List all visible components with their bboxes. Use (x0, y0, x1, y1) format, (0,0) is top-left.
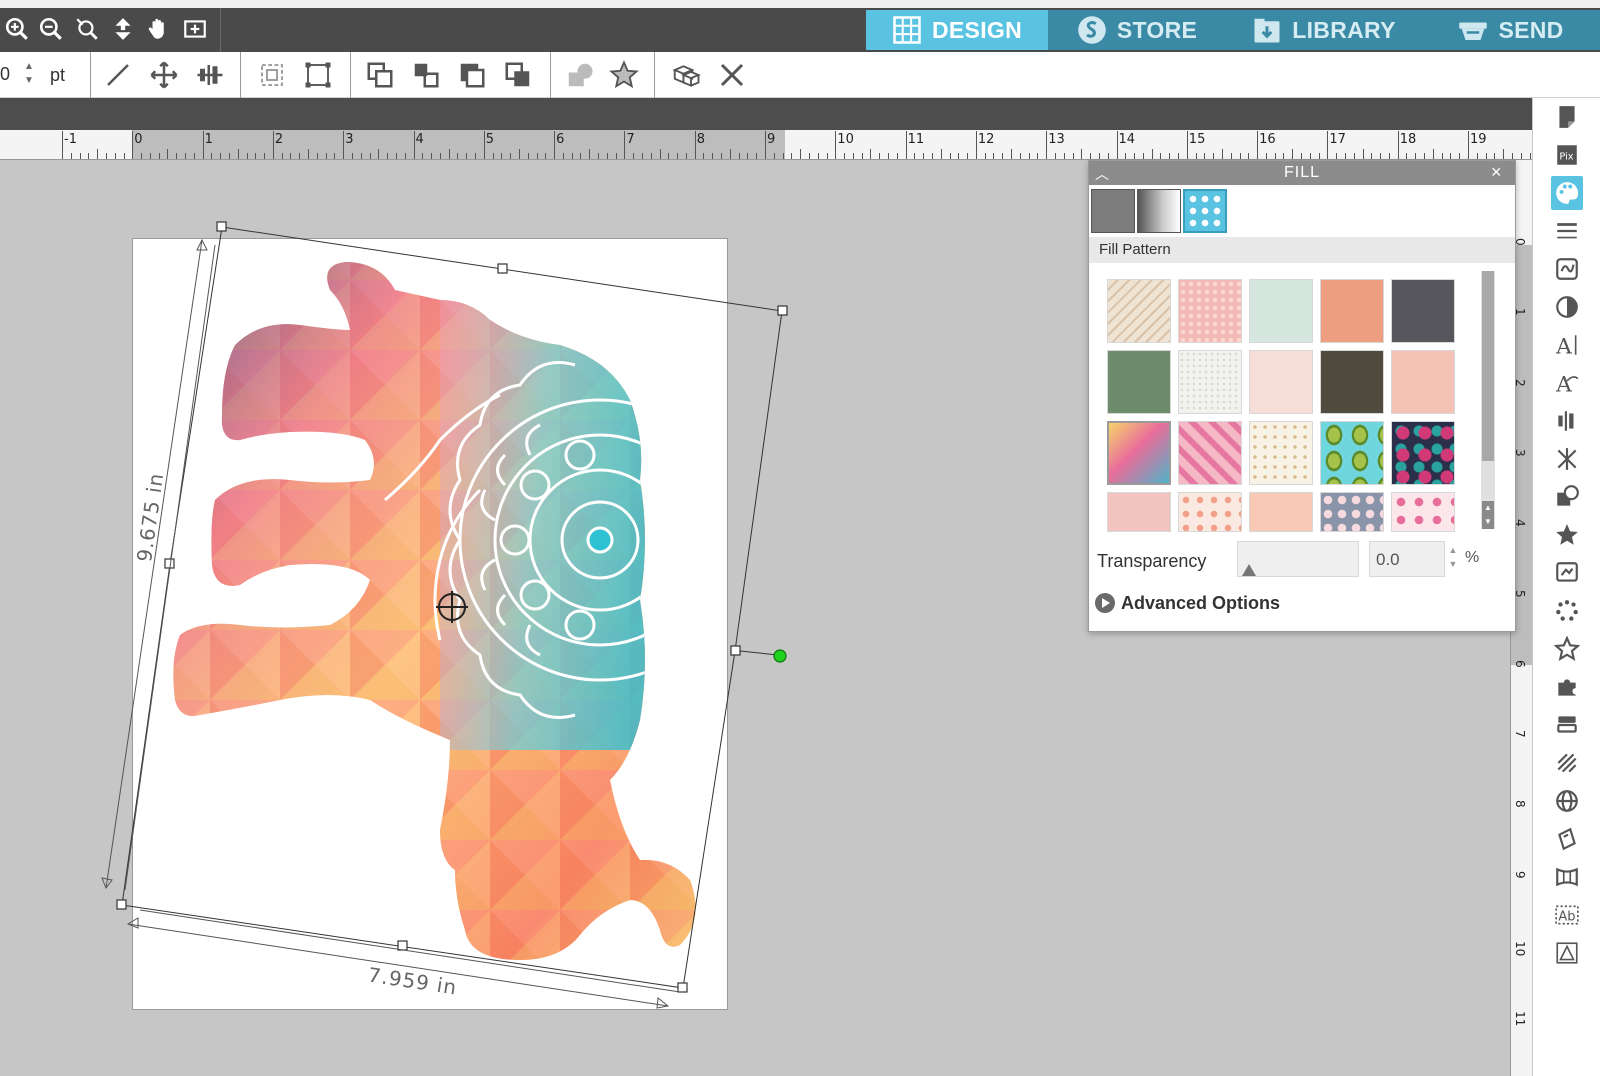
transform-icon[interactable] (1551, 442, 1583, 476)
pattern-swatch[interactable] (1320, 492, 1384, 532)
star-outline-icon[interactable] (1551, 632, 1583, 666)
rhinestone-icon[interactable] (1551, 594, 1583, 628)
transparency-unit: % (1465, 549, 1480, 566)
page-setup-icon[interactable] (1551, 100, 1583, 134)
scrollbar-arrows[interactable]: ▲ ▼ (1482, 501, 1494, 529)
right-panel-toolbar: Pix A A Ab (1532, 98, 1600, 1076)
vertical-ruler-label: 6 (1513, 659, 1527, 668)
scrollbar-thumb[interactable] (1482, 271, 1494, 461)
svg-text:A: A (1555, 335, 1572, 358)
transparency-label: Transparency (1097, 551, 1207, 571)
pattern-swatch[interactable] (1178, 492, 1242, 532)
modify-icon[interactable] (1551, 480, 1583, 514)
pattern-swatch[interactable] (1249, 279, 1313, 343)
vertical-ruler-label: 7 (1513, 730, 1527, 738)
swatch-scrollbar[interactable]: ▲ ▼ (1481, 271, 1495, 529)
emboss-icon[interactable] (1551, 822, 1583, 856)
pattern-swatch[interactable] (1249, 492, 1313, 532)
fill-type-selector (1091, 187, 1511, 235)
pattern-swatch[interactable] (1249, 350, 1313, 414)
gradient-fill-button[interactable] (1137, 189, 1181, 233)
elephant-design[interactable] (160, 250, 740, 970)
text-frame-icon[interactable]: Ab (1551, 898, 1583, 932)
svg-text:A: A (1555, 373, 1572, 396)
pattern-swatch[interactable] (1107, 350, 1171, 414)
pattern-swatch[interactable] (1391, 350, 1455, 414)
pattern-swatch[interactable] (1178, 279, 1242, 343)
fill-panel-header: FILL (1089, 161, 1515, 185)
pattern-swatch[interactable] (1178, 421, 1242, 485)
pattern-swatch[interactable] (1391, 421, 1455, 485)
vertical-ruler-label: 11 (1513, 1011, 1527, 1027)
transparency-stepper[interactable]: ▲ ▼ (1447, 543, 1459, 573)
align-panel-icon[interactable] (1551, 404, 1583, 438)
puzzle-icon[interactable] (1551, 670, 1583, 704)
transparency-icon[interactable] (1551, 290, 1583, 324)
pattern-swatch[interactable] (1178, 350, 1242, 414)
advanced-options-label: Advanced Options (1121, 592, 1281, 613)
pattern-swatch[interactable] (1107, 492, 1171, 532)
svg-text:Pix: Pix (1559, 151, 1573, 162)
fill-palette-icon[interactable] (1551, 176, 1583, 210)
pattern-swatch[interactable] (1107, 279, 1171, 343)
fill-panel: FILL ︿ × Fill Pattern ▲ ▼ Transparency 0.… (1088, 160, 1516, 632)
vertical-ruler-label: 8 (1513, 800, 1527, 809)
fill-pattern-section-label: Fill Pattern (1089, 237, 1515, 263)
pixscan-icon[interactable]: Pix (1551, 138, 1583, 172)
pattern-swatch[interactable] (1249, 421, 1313, 485)
transparency-slider[interactable] (1237, 541, 1359, 577)
layers-icon[interactable] (1551, 708, 1583, 742)
slider-thumb[interactable] (1242, 564, 1256, 576)
ruler-tick (1511, 153, 1513, 159)
vertical-ruler-label: 10 (1513, 941, 1527, 957)
close-icon[interactable]: × (1491, 161, 1509, 183)
pattern-swatch[interactable] (1391, 492, 1455, 532)
text-style-icon[interactable]: A (1551, 328, 1583, 362)
line-style-icon[interactable] (1551, 214, 1583, 248)
sketch-icon[interactable] (1551, 252, 1583, 286)
collapse-chevron-icon[interactable]: ︿ (1095, 164, 1113, 182)
pattern-swatch-grid (1107, 279, 1463, 541)
advanced-options-toggle[interactable]: Advanced Options (1095, 589, 1280, 617)
text-to-path-icon[interactable]: A (1551, 366, 1583, 400)
trace-icon[interactable] (1551, 556, 1583, 590)
ruler-tick (1520, 153, 1522, 159)
fill-panel-title: FILL (1283, 164, 1320, 181)
play-circle-icon (1095, 593, 1115, 613)
silhouette-studio-window: DESIGN STORE LIBRARY SEND 0 ▲ ▼ pt -1 0 … (0, 0, 1600, 1076)
globe-icon[interactable] (1551, 784, 1583, 818)
svg-text:Ab: Ab (1558, 909, 1575, 924)
hatch-icon[interactable] (1551, 746, 1583, 780)
transparency-input[interactable]: 0.0 (1369, 541, 1445, 577)
pattern-swatch[interactable] (1320, 421, 1384, 485)
pattern-swatch[interactable] (1320, 279, 1384, 343)
pattern-swatch[interactable] (1320, 350, 1384, 414)
ruler-tick (1529, 153, 1531, 159)
vertical-ruler-label: 9 (1513, 870, 1527, 879)
pattern-swatch[interactable] (1107, 421, 1171, 485)
star-badge-icon[interactable] (1551, 518, 1583, 552)
library-shapes-icon[interactable] (1551, 936, 1583, 970)
rotation-handle[interactable] (773, 649, 787, 663)
warp-icon[interactable] (1551, 860, 1583, 894)
solid-fill-button[interactable] (1091, 189, 1135, 233)
pattern-fill-button[interactable] (1183, 189, 1227, 233)
pattern-swatch[interactable] (1391, 279, 1455, 343)
